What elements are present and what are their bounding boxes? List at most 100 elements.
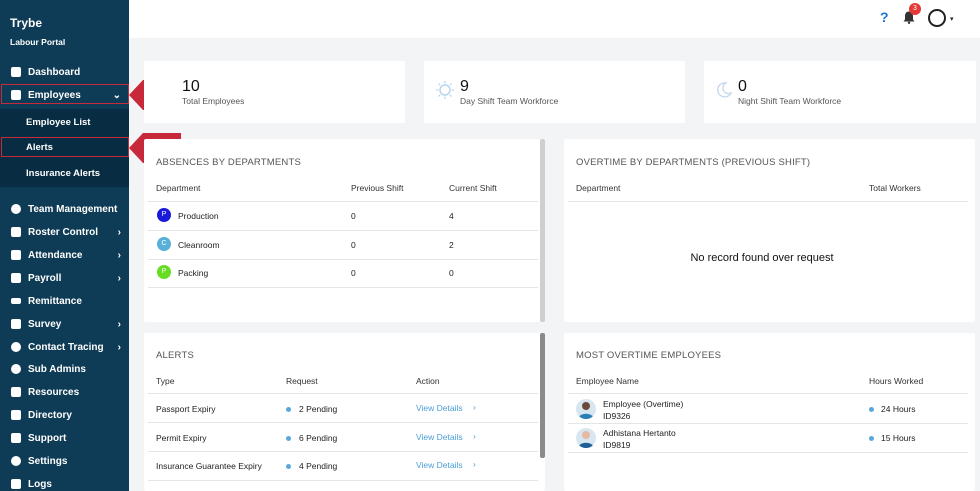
moon-icon	[717, 82, 732, 98]
sidebar-item-label: Remittance	[28, 295, 82, 307]
sidebar-item-team-management[interactable]: Team Management	[0, 198, 129, 220]
divider	[148, 451, 538, 452]
column-header: Department	[156, 183, 201, 193]
department-name: Packing	[178, 268, 209, 278]
sidebar-item-label: Attendance	[28, 249, 83, 261]
sun-icon	[436, 81, 454, 99]
alert-request: 6 Pending	[299, 433, 338, 443]
sidebar-item-dashboard[interactable]: Dashboard	[0, 61, 129, 83]
stat-value: 9	[460, 78, 469, 95]
alerts-panel: ALERTS Type Request Action Passport Expi…	[144, 333, 545, 491]
calendar-icon	[11, 227, 21, 237]
absences-panel: ABSENCES BY DEPARTMENTS Department Previ…	[144, 139, 545, 322]
panel-title: ALERTS	[156, 350, 194, 361]
stat-label: Day Shift Team Workforce	[460, 96, 559, 106]
sidebar-item-label: Payroll	[28, 272, 62, 284]
alert-type: Passport Expiry	[156, 404, 216, 414]
help-icon[interactable]: ?	[880, 9, 889, 25]
hours-status-icon	[869, 407, 874, 412]
sidebar-item-logs[interactable]: Logs	[0, 473, 129, 491]
divider	[148, 422, 538, 423]
app-name: Trybe	[10, 16, 43, 30]
caret-down-icon[interactable]: ▾	[950, 15, 954, 23]
current-shift-value: 0	[449, 268, 454, 278]
users-icon	[11, 364, 21, 374]
chevron-right-icon[interactable]: ›	[473, 431, 476, 441]
most-overtime-panel: MOST OVERTIME EMPLOYEES Employee Name Ho…	[564, 333, 975, 491]
sidebar-item-roster-control[interactable]: Roster Control ›	[0, 221, 129, 243]
sidebar-item-directory[interactable]: Directory	[0, 404, 129, 426]
view-details-link[interactable]: View Details	[416, 403, 463, 413]
sidebar-item-label: Settings	[28, 455, 68, 467]
employees-highlight-box	[1, 84, 129, 104]
chevron-right-icon: ›	[117, 226, 121, 238]
gear-icon	[11, 456, 21, 466]
pending-status-icon	[286, 464, 291, 469]
sidebar-item-label: Logs	[28, 478, 52, 490]
callout-arrow	[129, 133, 143, 163]
current-shift-value: 4	[449, 211, 454, 221]
chevron-right-icon[interactable]: ›	[473, 402, 476, 412]
column-header: Current Shift	[449, 183, 497, 193]
alert-request: 4 Pending	[299, 461, 338, 471]
scrollbar[interactable]	[540, 333, 545, 458]
sidebar-item-settings[interactable]: Settings	[0, 450, 129, 472]
sidebar-item-label: Survey	[28, 318, 62, 330]
sidebar-item-contact-tracing[interactable]: Contact Tracing ›	[0, 336, 129, 358]
stat-value: 10	[182, 78, 200, 95]
scrollbar[interactable]	[540, 139, 545, 322]
chevron-right-icon: ›	[117, 272, 121, 284]
avatar	[576, 428, 596, 448]
book-icon	[11, 273, 21, 283]
sidebar-item-payroll[interactable]: Payroll ›	[0, 267, 129, 289]
sidebar-item-label: Team Management	[28, 203, 118, 215]
empty-state-message: No record found over request	[690, 252, 834, 264]
employee-name: Adhistana Hertanto	[603, 428, 676, 438]
column-header: Department	[576, 183, 621, 193]
list-icon	[11, 479, 21, 489]
sidebar-item-remittance[interactable]: Remittance	[0, 290, 129, 312]
sidebar-item-label: Dashboard	[28, 66, 81, 78]
app-subtitle: Labour Portal	[10, 37, 66, 47]
user-avatar-icon[interactable]	[928, 9, 946, 27]
chevron-right-icon: ›	[117, 249, 121, 261]
sidebar-item-survey[interactable]: Survey ›	[0, 313, 129, 335]
column-header: Request	[286, 376, 318, 386]
sidebar-item-label: Support	[28, 432, 67, 444]
employee-name: Employee (Overtime)	[603, 399, 684, 409]
sidebar-item-label: Sub Admins	[28, 363, 86, 375]
chevron-right-icon[interactable]: ›	[473, 459, 476, 469]
view-details-link[interactable]: View Details	[416, 460, 463, 470]
divider	[148, 230, 538, 231]
previous-shift-value: 0	[351, 268, 356, 278]
hours-status-icon	[869, 436, 874, 441]
department-name: Production	[178, 211, 219, 221]
employee-id: ID9819	[603, 440, 631, 450]
sidebar-item-resources[interactable]: Resources	[0, 381, 129, 403]
divider	[148, 259, 538, 260]
sidebar: Trybe Labour Portal Dashboard Employees …	[0, 0, 129, 491]
overtime-panel: OVERTIME BY DEPARTMENTS (PREVIOUS SHIFT)…	[564, 139, 975, 322]
stat-value: 0	[738, 78, 747, 95]
exchange-icon	[11, 298, 21, 304]
sidebar-item-attendance[interactable]: Attendance ›	[0, 244, 129, 266]
panel-title: ABSENCES BY DEPARTMENTS	[156, 157, 302, 168]
panel-title: OVERTIME BY DEPARTMENTS (PREVIOUS SHIFT)	[576, 157, 811, 168]
divider	[568, 423, 968, 424]
chat-icon	[11, 433, 21, 443]
sidebar-subitem-employee-list[interactable]: Employee List	[26, 117, 90, 128]
callout-arrow	[129, 80, 143, 110]
divider	[568, 452, 968, 453]
top-bar	[129, 0, 980, 38]
sidebar-subitem-insurance-alerts[interactable]: Insurance Alerts	[26, 168, 100, 179]
divider	[148, 393, 538, 394]
stat-card-night-shift: 0 Night Shift Team Workforce	[704, 61, 976, 123]
divider	[148, 287, 538, 288]
previous-shift-value: 0	[351, 211, 356, 221]
sidebar-item-sub-admins[interactable]: Sub Admins	[0, 358, 129, 380]
department-initial-icon: C	[157, 237, 171, 251]
view-details-link[interactable]: View Details	[416, 432, 463, 442]
sidebar-item-support[interactable]: Support	[0, 427, 129, 449]
globe-icon	[11, 204, 21, 214]
current-shift-value: 2	[449, 240, 454, 250]
